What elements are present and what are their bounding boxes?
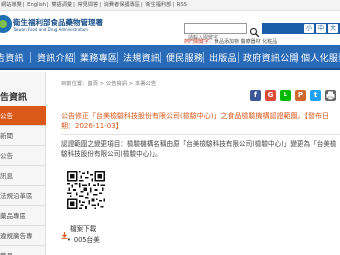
sidebar-item-notice[interactable]: 公告	[0, 146, 46, 166]
twitter-share-icon[interactable]: t	[310, 90, 321, 101]
nav-item-publications[interactable]: 出版品	[209, 51, 237, 64]
article-title: 公告修正「台美檢驗科技股份有限公司(檢驗中心)」之食品檢驗機構認證範圍。【發布日…	[61, 112, 329, 130]
line-share-icon[interactable]: L	[280, 90, 291, 101]
sidebar-item-announcement[interactable]: 公告	[0, 106, 46, 126]
hot-keywords: 熱門關鍵字：食品添加物 醫療器材 化粧品	[184, 38, 277, 45]
nav-separator	[203, 52, 204, 63]
download-file-link[interactable]: 005台美	[67, 234, 100, 244]
util-link-rss[interactable]: RSS	[176, 2, 188, 8]
site-header: 衛生福利部食品藥物管理署 Taiwan Food and Drug Admini…	[0, 11, 340, 45]
nav-item-open-government[interactable]: 政府資訊公開	[243, 51, 299, 64]
main-nav: 告資訊 資訊介紹 業務專區 法規資訊 便民服務 出版品 政府資訊公開 個人化服務	[0, 45, 340, 70]
utility-links: 網站導覽| English| 雙語詞彙| 常見問答| 消費者保護專區| 衛生福利…	[0, 2, 188, 8]
nav-separator	[238, 52, 239, 63]
site-logo-icon[interactable]	[0, 15, 12, 33]
breadcrumb-item-current[interactable]: 本署公告	[135, 81, 156, 87]
sidebar-item-message[interactable]: 訊息	[0, 166, 46, 186]
nav-item-business[interactable]: 業務專區	[80, 51, 117, 64]
utility-bar: 網站導覽| English| 雙語詞彙| 常見問答| 消費者保護專區| 衛生福利…	[0, 0, 340, 11]
breadcrumb: 目前位置：首頁 > 公告資訊 > 本署公告	[61, 81, 157, 87]
nav-separator	[117, 52, 118, 63]
util-link-consumer[interactable]: 消費者保護專區	[103, 2, 141, 8]
search-icon[interactable]	[249, 23, 260, 38]
sidebar-heading: 告資訊	[0, 93, 28, 103]
sidebar: 告資訊 公告 新聞 公告 訊息 法規沿革區 藥品專區 違規廣告專 雙月	[0, 72, 46, 255]
search-field[interactable]	[184, 23, 247, 43]
nav-item-services[interactable]: 便民服務	[166, 51, 203, 64]
download-label: 檔案下載	[70, 225, 97, 233]
nav-separator	[160, 52, 161, 63]
font-size-small-button[interactable]: 小	[304, 24, 314, 33]
article-body: 認證範圍之變更項目：檢驗機構名稱由原「台美檢驗科技有限公司(檢驗中心)」變更為「…	[61, 140, 337, 158]
util-link-mohw[interactable]: 衛生福利部	[144, 2, 172, 8]
sidebar-item-drug-zone[interactable]: 藥品專區	[0, 206, 46, 226]
sidebar-item-news[interactable]: 新聞	[0, 126, 46, 146]
google-plus-share-icon[interactable]: G	[265, 90, 276, 101]
sidebar-item-regulation-history[interactable]: 法規沿革區	[0, 186, 46, 206]
breadcrumb-item-announcements[interactable]: 公告資訊	[106, 81, 127, 87]
font-size-large-button[interactable]: 大	[328, 24, 338, 33]
divider	[61, 134, 340, 135]
download-icon	[61, 224, 68, 239]
util-link-sitemap[interactable]: 網站導覽	[0, 2, 23, 8]
nav-separator	[30, 52, 31, 63]
util-link-english[interactable]: English	[26, 2, 47, 8]
print-icon[interactable]	[325, 90, 336, 101]
font-size-switcher: 小 中 大	[262, 23, 340, 34]
sidebar-item-bimonthly[interactable]: 雙月	[0, 246, 46, 255]
nav-separator	[74, 52, 75, 63]
nav-separator	[296, 52, 297, 63]
plurk-share-icon[interactable]: P	[295, 90, 306, 101]
font-size-medium-button[interactable]: 中	[316, 24, 326, 33]
qr-code-image	[67, 171, 105, 209]
sidebar-item-illegal-ads[interactable]: 違規廣告專	[0, 226, 46, 246]
breadcrumb-prefix: 目前位置：	[61, 81, 88, 87]
nav-item-personal[interactable]: 個人化服務	[301, 51, 340, 64]
breadcrumb-home[interactable]: 首頁	[88, 81, 99, 87]
facebook-share-icon[interactable]: f	[250, 90, 261, 101]
site-name-en: Taiwan Food and Drug Administration	[13, 27, 88, 32]
nav-item-announcements[interactable]: 告資訊	[0, 51, 24, 64]
util-link-faq[interactable]: 常見問答	[76, 2, 99, 8]
nav-item-regulations[interactable]: 法規資訊	[123, 51, 160, 64]
util-link-glossary[interactable]: 雙語詞彙	[50, 2, 73, 8]
nav-item-intro[interactable]: 資訊介紹	[37, 51, 74, 64]
